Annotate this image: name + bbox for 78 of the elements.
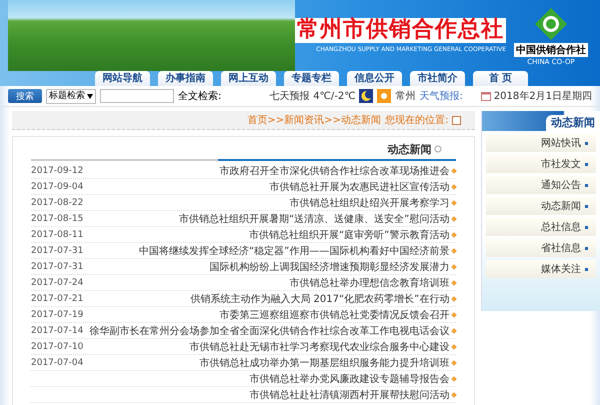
news-date: 2017-07-31 [31,262,84,272]
bullet-icon [451,216,458,222]
bullet-icon [451,296,458,302]
location-icon [452,116,462,124]
site-title: 常州市供销合作总社 [295,18,506,43]
sidebar-item[interactable]: 网站快讯 [486,134,596,152]
news-link[interactable]: 徐华副市长在常州分会场参加全省全面深化供销合作社综合改革工作电视电话会议 [89,324,450,338]
news-date: 2017-07-24 [31,278,84,288]
news-link[interactable]: 市政府召开全市深化供销合作社综合改革现场推进会 [219,164,450,178]
news-link[interactable]: 中国将继续发挥全球经济“稳定器”作用——国际机构看好中国经济前景 [138,244,450,258]
news-date: 2017-07-14 [31,326,84,336]
news-link[interactable]: 市供销总社举办党风廉政建设专题辅导报告会 [249,372,450,386]
news-date: 2017-08-15 [31,214,84,224]
sidebar-item[interactable]: 市社发文 [486,155,596,173]
weather-label: 天气预报: [419,90,463,103]
news-link[interactable]: 市供销总社组织开展暑期“送清凉、送健康、送安全”慰问活动 [178,212,450,226]
breadcrumb-path: 首页>>新闻资讯>>动态新闻 [247,114,381,127]
search-type-select[interactable]: 标题检索 [46,88,96,104]
sidebar-item[interactable]: 省社信息 [486,239,596,257]
news-link[interactable]: 市供销总社赴社清镇湖西村开展帮扶慰问活动 [249,388,450,402]
news-date: 2017-08-22 [31,198,84,208]
date-text: 2018年2月1日星期四 [494,90,592,103]
temperature-text: 4℃/-2℃ [313,90,356,102]
bullet-icon [451,168,458,174]
news-date: 2017-07-10 [31,342,84,352]
news-date: 2017-07-31 [31,246,84,256]
caret-icon [87,94,93,98]
circle-icon [434,145,442,153]
news-date: 2017-07-21 [31,294,84,304]
bullet-icon [451,200,458,206]
news-date: 2017-09-04 [31,182,84,192]
sidebar-item[interactable]: 通知公告 [486,176,596,194]
bullet-icon [451,280,458,286]
nav-tab[interactable]: 网站导航 [95,71,150,86]
news-link[interactable]: 市供销总社组织赴绍兴开展考察学习 [289,196,450,210]
news-date: 2017-07-19 [31,310,84,320]
nav-tab[interactable]: 网上互动 [221,71,276,86]
moon-icon [359,89,374,103]
bullet-icon [451,376,458,382]
bullet-icon [451,328,458,334]
nav-tab[interactable]: 首 页 [473,71,528,86]
news-date: 2017-07-04 [31,358,84,368]
calendar-icon [480,91,491,101]
news-date: 2017-08-11 [31,230,84,240]
search-label: 全文检索: [178,90,222,103]
bullet-icon [451,248,458,254]
sidebar-item[interactable]: 总社信息 [486,218,596,236]
news-link[interactable]: 供销系统主动作为融入大局 2017“化肥农药零增长”在行动 [190,292,450,306]
co-op-logo-icon [533,6,569,42]
search-button[interactable]: 搜索 [8,89,42,103]
news-date: 2017-09-12 [31,166,84,176]
logo-text: 中国供销合作社 [514,42,588,56]
breadcrumb-label: 您现在的位置: [384,114,448,127]
sidebar-item[interactable]: 动态新闻 [486,197,596,215]
city-text: 常州 [395,90,416,103]
bullet-icon [451,392,458,398]
news-link[interactable]: 市供销总社赴无锡市社学习考察现代农业综合服务中心建设 [189,340,450,354]
sun-icon [377,89,392,103]
news-link[interactable]: 市供销总社成功举办第一期基层组织服务能力提升培训班 [199,356,450,370]
bullet-icon [451,264,458,270]
news-link[interactable]: 市供销总社组织开展“庭审旁听”警示教育活动 [248,228,450,242]
news-link[interactable]: 国际机构纷纷上调我国经济增速预期彰显经济发展潜力 [209,260,450,274]
nav-tab[interactable]: 专题专栏 [284,71,339,86]
news-panel-title: 动态新闻 [387,142,432,156]
bullet-icon [451,344,458,350]
bullet-icon [451,184,458,190]
news-link[interactable]: 市供销总社举办理想信念教育培训班 [289,276,450,290]
bullet-icon [451,312,458,318]
nav-tab[interactable]: 信息公开 [347,71,402,86]
bullet-icon [451,232,458,238]
sidebar-item[interactable]: 媒体关注 [486,260,596,278]
nav-tab[interactable]: 办事指南 [158,71,213,86]
bullet-icon [451,360,458,366]
nav-tab[interactable]: 市社简介 [410,71,465,86]
forecast-link[interactable]: 七天预报 [269,89,310,103]
news-link[interactable]: 市供销总社开展为农惠民进社区宣传活动 [269,180,450,194]
news-link[interactable]: 市委第三巡察组巡察市供销总社党委情况反馈会召开 [219,308,450,322]
search-field[interactable] [100,89,174,103]
